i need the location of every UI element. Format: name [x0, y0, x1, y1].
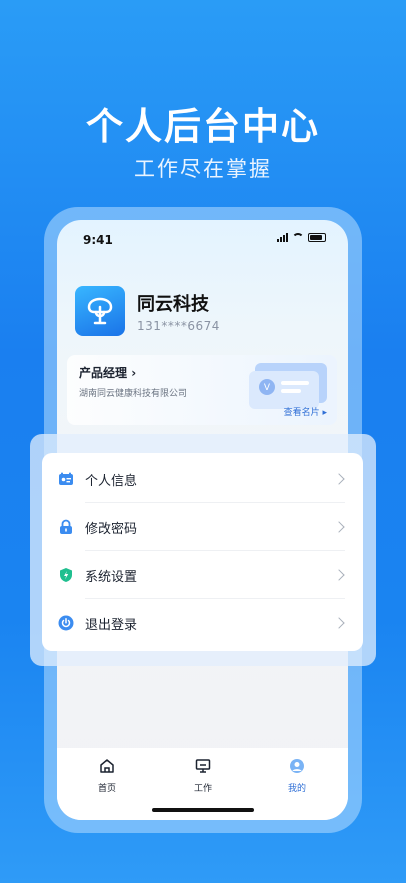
triangle-right-icon: ▸	[322, 408, 327, 418]
wifi-icon	[292, 233, 304, 242]
chevron-right-icon	[333, 617, 345, 629]
hero-title: 个人后台中心	[86, 105, 320, 148]
tab-mine[interactable]: 我的	[267, 758, 327, 794]
tab-mine-label: 我的	[287, 784, 306, 794]
battery-icon	[308, 233, 326, 242]
monitor-icon	[195, 759, 211, 773]
company-logo	[75, 286, 125, 336]
business-card-illustration-icon: V	[249, 363, 327, 409]
company-name: 同云科技	[137, 294, 209, 315]
profile-icon	[290, 759, 304, 773]
menu-item-personal-info[interactable]: 个人信息	[42, 455, 363, 503]
tab-work-label: 工作	[193, 784, 212, 794]
business-card[interactable]: 产品经理 › 湖南同云健康科技有限公司 V 查看名片 ▸	[67, 355, 337, 425]
tab-home[interactable]: 首页	[77, 758, 137, 794]
menu-label-personal-info: 个人信息	[85, 473, 138, 489]
menu-item-system-settings[interactable]: 系统设置	[42, 551, 363, 599]
svg-text:V: V	[264, 383, 271, 393]
menu-label-change-password: 修改密码	[85, 521, 138, 537]
shield-lightning-icon	[60, 568, 72, 582]
chevron-right-icon	[333, 473, 345, 485]
organization-name: 湖南同云健康科技有限公司	[79, 389, 188, 399]
lock-icon	[60, 519, 72, 534]
status-icons	[277, 233, 326, 242]
home-indicator[interactable]	[152, 808, 254, 812]
tab-home-label: 首页	[97, 784, 116, 794]
status-time: 9:41	[83, 233, 113, 247]
tab-work[interactable]: 工作	[173, 758, 233, 794]
settings-menu: 个人信息 修改密码 系统设置 退出登录	[42, 453, 363, 651]
view-card-link[interactable]: 查看名片 ▸	[284, 405, 327, 418]
menu-label-system-settings: 系统设置	[85, 569, 138, 585]
tree-logo-icon	[87, 297, 113, 325]
chevron-right-icon: ›	[131, 366, 137, 380]
bottom-tab-bar: 首页 工作 我的	[57, 748, 348, 820]
signal-icon	[277, 233, 288, 242]
chevron-right-icon	[333, 521, 345, 533]
chevron-right-icon	[333, 569, 345, 581]
menu-item-change-password[interactable]: 修改密码	[42, 503, 363, 551]
menu-label-logout: 退出登录	[85, 617, 138, 633]
id-card-icon	[59, 472, 73, 485]
menu-item-logout[interactable]: 退出登录	[42, 599, 363, 647]
hero-subtitle: 工作尽在掌握	[134, 157, 272, 181]
power-icon	[58, 615, 74, 631]
phone-number: 131****6674	[137, 319, 220, 333]
job-title: 产品经理 ›	[79, 366, 137, 380]
home-icon	[100, 759, 114, 773]
